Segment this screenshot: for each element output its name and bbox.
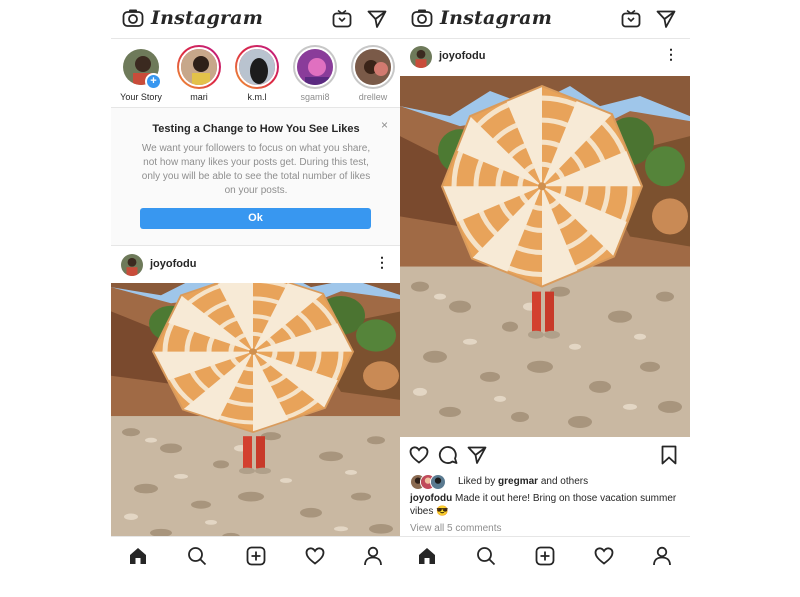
direct-message-icon[interactable] [656, 9, 676, 29]
new-post-icon[interactable] [246, 546, 266, 566]
liker-avatar [430, 474, 446, 490]
profile-icon[interactable] [363, 546, 383, 566]
share-icon[interactable] [467, 445, 487, 465]
post-username[interactable]: joyofodu [439, 50, 485, 62]
story-avatar [235, 45, 279, 89]
top-bar: Instagram [111, 0, 401, 39]
app-logo: Instagram [440, 7, 552, 29]
story-avatar [177, 45, 221, 89]
direct-message-icon[interactable] [367, 9, 387, 29]
post-username[interactable]: joyofodu [150, 258, 196, 270]
post-caption: joyofodu Made it out here! Bring on thos… [410, 492, 680, 518]
home-icon[interactable] [128, 546, 148, 566]
story-mari[interactable]: mari [173, 45, 225, 102]
new-post-icon[interactable] [535, 546, 555, 566]
liked-by-prefix: Liked by [458, 476, 499, 487]
app-logo: Instagram [151, 7, 263, 29]
story-drellew[interactable]: drellew [347, 45, 399, 102]
stories-tray: + Your Story mari k.m.l sgami8 drellew [111, 39, 401, 108]
story-name: sgami8 [300, 92, 330, 102]
sunglasses-emoji-icon: 😎 [436, 506, 449, 517]
top-bar: Instagram [400, 0, 690, 39]
camera-icon[interactable] [411, 8, 433, 28]
story-name: k.m.l [247, 92, 267, 102]
post-header: joyofodu ⋮ [111, 248, 401, 282]
view-comments-link[interactable]: View all 5 comments [410, 523, 502, 534]
bottom-nav [111, 536, 401, 575]
likes-test-notice: × Testing a Change to How You See Likes … [111, 108, 401, 246]
post-photo[interactable] [111, 283, 401, 537]
post-header: joyofodu ⋮ [400, 40, 690, 74]
more-options-icon[interactable]: ⋮ [375, 255, 389, 269]
liked-by-text: Liked by gregmar and others [458, 476, 588, 487]
story-your-story[interactable]: + Your Story [115, 45, 167, 102]
profile-icon[interactable] [652, 546, 672, 566]
phone-screen-post: Instagram joyofodu ⋮ Liked by gregmar an… [400, 0, 690, 575]
user-avatar[interactable] [410, 46, 432, 68]
story-avatar [351, 45, 395, 89]
caption-username[interactable]: joyofodu [410, 493, 452, 504]
add-story-plus-icon[interactable]: + [145, 73, 162, 90]
notice-title: Testing a Change to How You See Likes [152, 123, 360, 135]
story-sgami8[interactable]: sgami8 [289, 45, 341, 102]
story-kml[interactable]: k.m.l [231, 45, 283, 102]
igtv-icon[interactable] [332, 9, 352, 29]
like-heart-icon[interactable] [409, 445, 429, 465]
ok-button[interactable]: Ok [140, 208, 371, 229]
home-icon[interactable] [417, 546, 437, 566]
post-photo[interactable] [400, 76, 690, 437]
story-avatar [293, 45, 337, 89]
activity-heart-icon[interactable] [305, 546, 325, 566]
notice-body: We want your followers to focus on what … [141, 143, 371, 196]
phone-screen-feed-notice: Instagram + Your Story mari k.m.l sgami8… [111, 0, 401, 575]
close-icon[interactable]: × [381, 118, 388, 132]
post-actions [400, 440, 690, 470]
user-avatar[interactable] [121, 254, 143, 276]
more-options-icon[interactable]: ⋮ [664, 47, 678, 61]
comment-icon[interactable] [438, 445, 458, 465]
story-name: drellew [358, 92, 388, 102]
activity-heart-icon[interactable] [594, 546, 614, 566]
bookmark-icon[interactable] [659, 445, 679, 465]
story-name: Your Story [120, 92, 162, 102]
search-icon[interactable] [187, 546, 207, 566]
liked-by-user[interactable]: gregmar [498, 476, 538, 487]
camera-icon[interactable] [122, 8, 144, 28]
bottom-nav [400, 536, 690, 575]
story-name: mari [190, 92, 208, 102]
liked-by-line[interactable]: Liked by gregmar and others [410, 474, 690, 490]
search-icon[interactable] [476, 546, 496, 566]
igtv-icon[interactable] [621, 9, 641, 29]
liked-by-suffix: and others [538, 476, 589, 487]
